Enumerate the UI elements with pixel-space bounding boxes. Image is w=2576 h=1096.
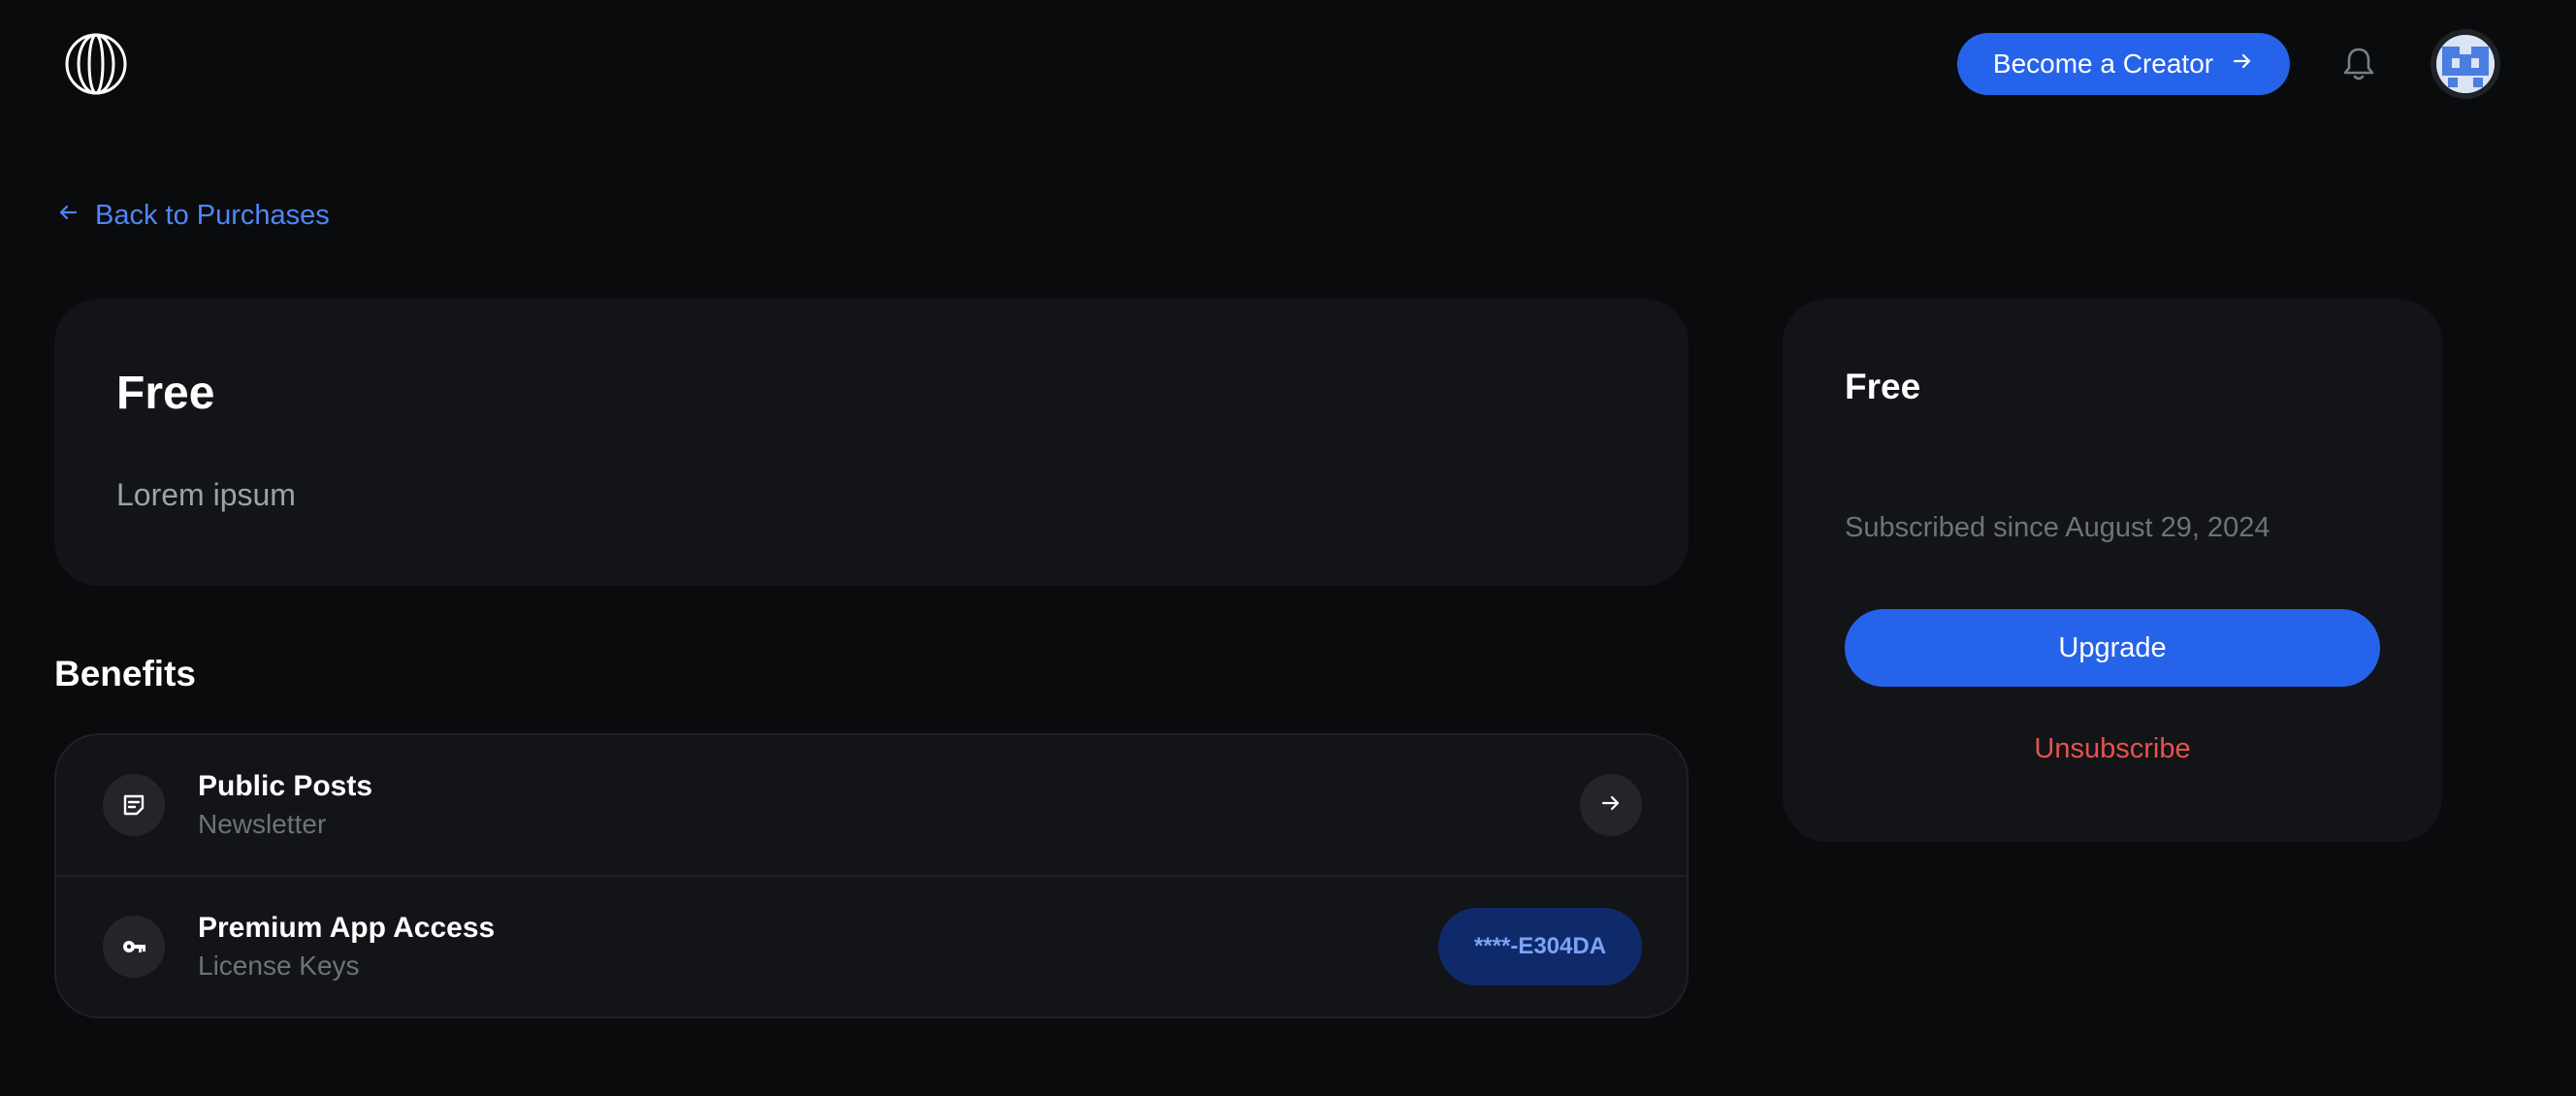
become-creator-label: Become a Creator <box>1992 48 2214 79</box>
note-icon <box>103 774 165 836</box>
unsubscribe-button[interactable]: Unsubscribe <box>1845 720 2380 778</box>
product-card: Free Lorem ipsum <box>54 299 1689 586</box>
become-creator-button[interactable]: Become a Creator <box>1957 33 2290 95</box>
arrow-right-icon <box>2231 48 2254 80</box>
benefit-row-public-posts[interactable]: Public Posts Newsletter <box>56 735 1687 877</box>
subscription-card: Free Subscribed since August 29, 2024 Up… <box>1783 299 2442 842</box>
subscription-since-text: Subscribed since August 29, 2024 <box>1845 512 2270 543</box>
arrow-right-icon <box>1599 791 1623 820</box>
back-link-label: Back to Purchases <box>95 200 330 231</box>
subscription-title: Free <box>1845 367 1921 406</box>
license-key-badge[interactable]: ****-E304DA <box>1438 908 1642 985</box>
open-benefit-button[interactable] <box>1580 774 1642 836</box>
product-description: Lorem ipsum <box>116 477 296 512</box>
avatar-icon <box>2436 35 2495 93</box>
benefit-title: Public Posts <box>198 770 373 802</box>
avatar[interactable] <box>2431 29 2500 99</box>
key-icon <box>103 916 165 978</box>
back-to-purchases-link[interactable]: Back to Purchases <box>56 200 330 232</box>
bell-icon[interactable] <box>2339 45 2378 83</box>
benefit-subtitle: License Keys <box>198 951 360 981</box>
upgrade-button[interactable]: Upgrade <box>1845 609 2380 687</box>
benefits-list: Public Posts Newsletter Premium App Acce… <box>54 733 1689 1018</box>
benefit-subtitle: Newsletter <box>198 809 327 839</box>
benefits-heading: Benefits <box>54 654 196 693</box>
purchase-detail-page: Become a Creator Back to Purchases Free … <box>0 0 2576 1096</box>
product-title: Free <box>116 368 215 419</box>
arrow-left-icon <box>56 200 80 232</box>
benefit-row-premium-app-access: Premium App Access License Keys ****-E30… <box>56 877 1687 1016</box>
polar-logo-icon[interactable] <box>64 32 128 96</box>
benefit-title: Premium App Access <box>198 912 496 944</box>
